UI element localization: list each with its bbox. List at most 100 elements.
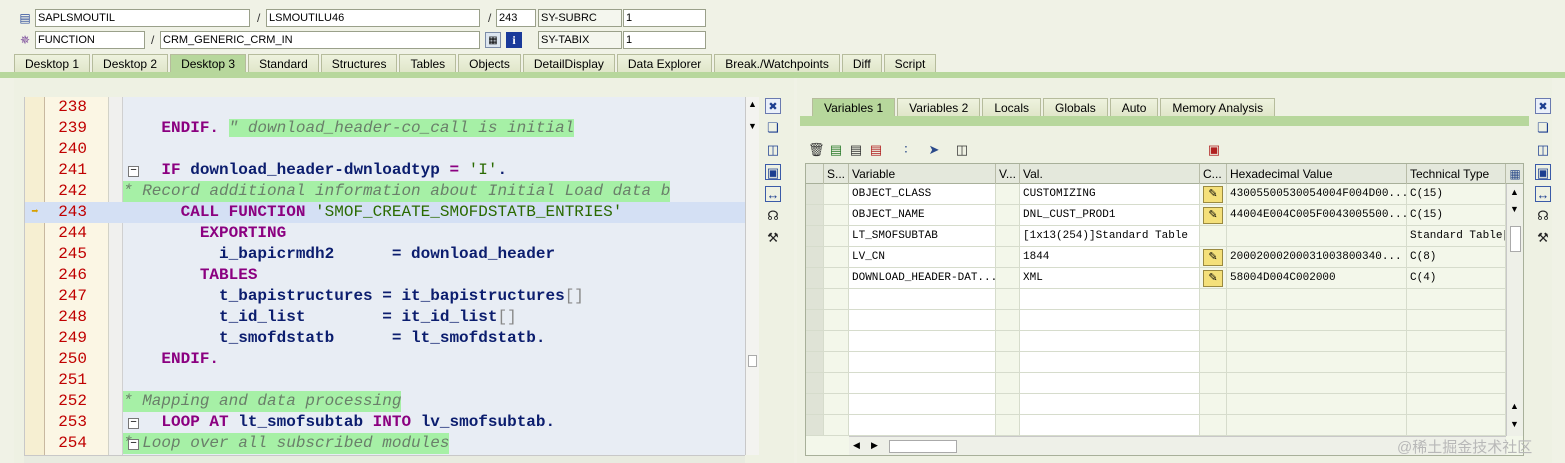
tab-desktop-2[interactable]: Desktop 2 xyxy=(92,54,169,73)
value-cell[interactable] xyxy=(1020,310,1200,331)
headset-icon[interactable]: ☊ xyxy=(765,208,781,224)
code-line[interactable]: 240 xyxy=(25,139,745,160)
include-name-field[interactable]: LSMOUTILU46 xyxy=(266,9,480,27)
variables-grid[interactable]: S... Variable V... Val. C... Hexadecimal… xyxy=(805,163,1524,456)
row-select-cell[interactable] xyxy=(806,247,824,268)
scroll-up-icon[interactable]: ▲ xyxy=(747,99,758,109)
delete-icon[interactable]: 🗑 xyxy=(808,142,825,158)
editor-vertical-scrollbar[interactable]: ▲ ▼ xyxy=(745,97,759,455)
maximize-icon[interactable]: ▣ xyxy=(1535,164,1551,180)
tab-desktop-1[interactable]: Desktop 1 xyxy=(14,54,91,73)
split-icon[interactable]: ◫ xyxy=(1535,142,1551,158)
code-line[interactable]: 252 * Mapping and data processing xyxy=(25,391,745,412)
scroll-thumb[interactable] xyxy=(1510,226,1521,252)
value-cell[interactable]: [1x13(254)]Standard Table xyxy=(1020,226,1200,247)
value-cell[interactable] xyxy=(1020,373,1200,394)
sysvar-tabix-value[interactable]: 1 xyxy=(623,31,706,49)
code-line[interactable]: 248 t_id_list = it_id_list[] xyxy=(25,307,745,328)
table-row[interactable] xyxy=(806,310,1506,331)
code-line[interactable]: 247 t_bapistructures = it_bapistructures… xyxy=(25,286,745,307)
new-window-icon[interactable]: ❏ xyxy=(1535,120,1551,136)
row-select-cell[interactable] xyxy=(806,226,824,247)
scroll-up-icon[interactable]: ▲ xyxy=(1510,187,1519,197)
maximize-icon[interactable]: ▣ xyxy=(765,164,781,180)
value-cell[interactable] xyxy=(1020,331,1200,352)
source-editor[interactable]: 238 239 ENDIF. " download_header-co_call… xyxy=(24,97,745,455)
grid-vertical-scrollbar[interactable]: ▲ ▼ ▲ ▼ xyxy=(1506,184,1523,436)
tab-desktop-3[interactable]: Desktop 3 xyxy=(170,54,247,73)
disk-save-icon[interactable]: ▣ xyxy=(1206,142,1222,158)
col-header-status[interactable]: S... xyxy=(824,164,849,184)
tab-locals[interactable]: Locals xyxy=(982,98,1041,117)
row-select-cell[interactable] xyxy=(806,310,824,331)
tab-detaildisplay[interactable]: DetailDisplay xyxy=(522,54,615,73)
table-row[interactable] xyxy=(806,289,1506,310)
tools-icon[interactable]: ⚒ xyxy=(765,230,781,246)
tab-memory-analysis[interactable]: Memory Analysis xyxy=(1160,98,1276,117)
row-select-cell[interactable] xyxy=(806,184,824,205)
info-icon[interactable]: i xyxy=(506,32,522,48)
value-cell[interactable]: 1844 xyxy=(1020,247,1200,268)
tab-script[interactable]: Script xyxy=(883,54,937,73)
row-select-cell[interactable] xyxy=(806,205,824,226)
close-icon[interactable]: ✖ xyxy=(765,98,781,114)
tab-break-watchpoints[interactable]: Break./Watchpoints xyxy=(714,54,840,73)
row-select-cell[interactable] xyxy=(806,289,824,310)
expand-icon[interactable]: ↔ xyxy=(1535,186,1551,202)
code-line[interactable]: 239 ENDIF. " download_header-co_call is … xyxy=(25,118,745,139)
value-cell[interactable] xyxy=(1020,289,1200,310)
code-line[interactable]: 250 ENDIF. xyxy=(25,349,745,370)
code-line[interactable]: 245 i_bapicrmdh2 = download_header xyxy=(25,244,745,265)
navigate-arrow-icon[interactable]: ➤ xyxy=(926,142,942,158)
tab-variables-1[interactable]: Variables 1 xyxy=(812,98,896,117)
table-row[interactable]: LT_SMOFSUBTAB [1x13(254)]Standard Table St… xyxy=(806,226,1506,247)
table-row[interactable] xyxy=(806,415,1506,436)
row-select-cell[interactable] xyxy=(806,352,824,373)
col-header-variable[interactable]: Variable xyxy=(849,164,996,184)
tab-objects[interactable]: Objects xyxy=(458,54,521,73)
tools-icon[interactable]: ⚒ xyxy=(1535,230,1551,246)
line-number-field[interactable]: 243 xyxy=(496,9,536,27)
folder-icon[interactable]: ◫ xyxy=(954,142,970,158)
table-row[interactable] xyxy=(806,394,1506,415)
expand-icon[interactable]: ↔ xyxy=(765,186,781,202)
value-cell[interactable] xyxy=(1020,415,1200,436)
tab-variables-2[interactable]: Variables 2 xyxy=(897,98,981,117)
tab-globals[interactable]: Globals xyxy=(1043,98,1108,117)
scroll-down-icon[interactable]: ▼ xyxy=(1510,419,1519,429)
table-row[interactable] xyxy=(806,352,1506,373)
scroll-left-icon[interactable]: ◀ xyxy=(853,440,860,451)
fold-toggle-icon[interactable]: − xyxy=(128,439,139,450)
scroll-up-icon[interactable]: ▲ xyxy=(1510,401,1519,411)
sysvar-subrc-value[interactable]: 1 xyxy=(623,9,706,27)
row-select-cell[interactable] xyxy=(806,268,824,289)
code-line[interactable]: 238 xyxy=(25,97,745,118)
table-row[interactable] xyxy=(806,373,1506,394)
row-select-cell[interactable] xyxy=(806,373,824,394)
col-header-v[interactable]: V... xyxy=(996,164,1020,184)
code-line[interactable]: 242 * Record additional information about… xyxy=(25,181,745,202)
tab-standard[interactable]: Standard xyxy=(248,54,319,73)
split-icon[interactable]: ◫ xyxy=(765,142,781,158)
code-line[interactable]: 251 xyxy=(25,370,745,391)
editor-horizontal-scrollbar[interactable] xyxy=(24,455,745,463)
close-icon[interactable]: ✖ xyxy=(1535,98,1551,114)
code-line[interactable]: 246 TABLES xyxy=(25,265,745,286)
tab-auto[interactable]: Auto xyxy=(1109,98,1159,117)
edit-pencil-icon[interactable]: ✎ xyxy=(1203,186,1223,203)
col-header-type[interactable]: Technical Type xyxy=(1407,164,1506,184)
table-row[interactable]: OBJECT_NAME DNL_CUST_PROD1 ✎ 44004E004C005F… xyxy=(806,205,1506,226)
col-header-hex[interactable]: Hexadecimal Value xyxy=(1227,164,1407,184)
col-header-change[interactable]: C... xyxy=(1200,164,1227,184)
tab-data-explorer[interactable]: Data Explorer xyxy=(616,54,713,73)
value-cell[interactable]: DNL_CUST_PROD1 xyxy=(1020,205,1200,226)
load-icon[interactable]: ▤ xyxy=(828,142,844,158)
edit-pencil-icon[interactable]: ✎ xyxy=(1203,270,1223,287)
tab-diff[interactable]: Diff xyxy=(841,54,882,73)
code-line[interactable]: 244 EXPORTING xyxy=(25,223,745,244)
row-select-cell[interactable] xyxy=(806,331,824,352)
headset-icon[interactable]: ☊ xyxy=(1535,208,1551,224)
table-row[interactable]: OBJECT_CLASS CUSTOMIZING ✎ 4300550053005400… xyxy=(806,184,1506,205)
col-header-value[interactable]: Val. xyxy=(1020,164,1200,184)
table-row[interactable]: LV_CN 1844 ✎ 20002000200031003800340... C(8… xyxy=(806,247,1506,268)
